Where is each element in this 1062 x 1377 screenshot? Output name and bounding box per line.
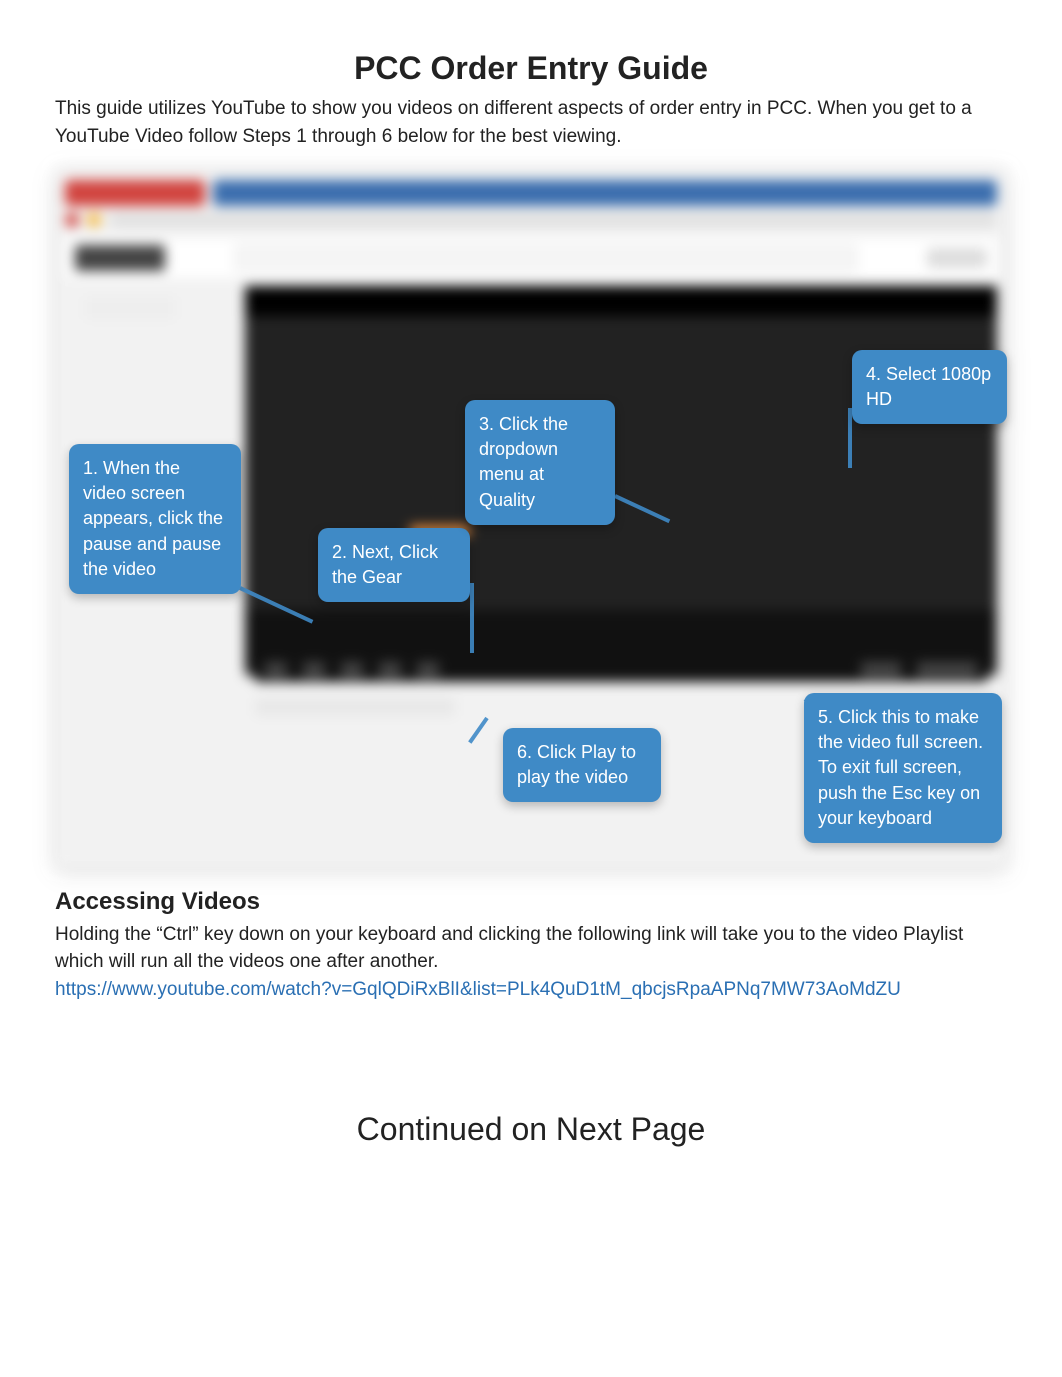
player-controls — [255, 658, 987, 682]
continued-note: Continued on Next Page — [55, 1111, 1007, 1148]
browser-toolbar — [65, 210, 997, 230]
annotated-screenshot: 1. When the video screen appears, click … — [55, 168, 1007, 868]
callout-connector — [848, 408, 852, 468]
browser-tab-bar — [65, 180, 997, 206]
callout-connector — [470, 583, 474, 653]
section-heading: Accessing Videos — [55, 888, 1007, 916]
playlist-link[interactable]: https://www.youtube.com/watch?v=GqlQDiRx… — [55, 979, 901, 1000]
intro-paragraph: This guide utilizes YouTube to show you … — [55, 95, 1007, 150]
callout-step-6: 6. Click Play to play the video — [503, 728, 661, 802]
youtube-sidebar-item — [85, 296, 175, 320]
video-meta — [255, 698, 455, 716]
page-title: PCC Order Entry Guide — [55, 50, 1007, 87]
callout-step-5: 5. Click this to make the video full scr… — [804, 693, 1002, 843]
callout-step-3: 3. Click the dropdown menu at Quality — [465, 400, 615, 525]
callout-step-4: 4. Select 1080p HD — [852, 350, 1007, 424]
callout-step-1: 1. When the video screen appears, click … — [69, 444, 241, 594]
callout-step-2: 2. Next, Click the Gear — [318, 528, 470, 602]
section-body: Holding the “Ctrl” key down on your keyb… — [55, 922, 1007, 975]
youtube-header — [65, 238, 997, 278]
